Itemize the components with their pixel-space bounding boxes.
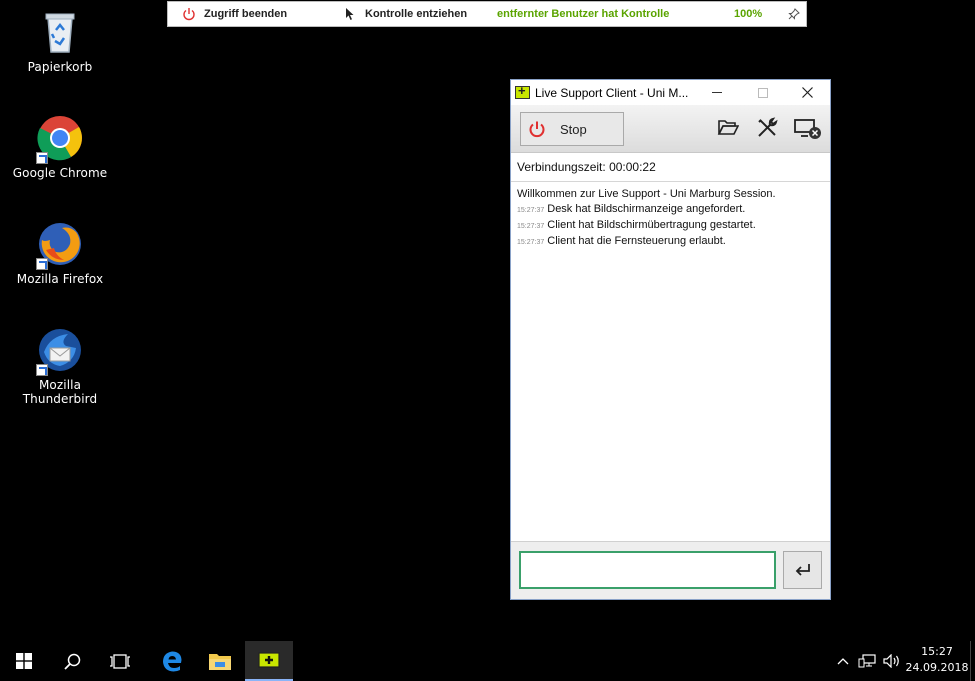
log-text: Client hat Bildschirmübertragung gestart… <box>547 219 756 231</box>
shortcut-arrow-icon <box>36 364 48 376</box>
chevron-up-icon <box>837 658 849 665</box>
minimize-icon <box>712 92 722 93</box>
desktop-icon-label: Mozilla Thunderbird <box>22 378 98 406</box>
log-text: Desk hat Bildschirmanzeige angefordert. <box>547 203 746 215</box>
pin-icon <box>788 8 800 20</box>
stop-button[interactable]: Stop <box>520 112 624 146</box>
zoom-level[interactable]: 100% <box>734 2 762 26</box>
chat-message-input[interactable] <box>519 551 776 589</box>
task-view-button[interactable] <box>96 641 144 681</box>
monitor-close-icon <box>794 119 821 139</box>
log-entry: 15:27:37 Desk hat Bildschirmanzeige angef… <box>517 202 827 218</box>
tools-icon <box>758 117 778 137</box>
taskbar-file-explorer[interactable] <box>196 641 244 681</box>
taskbar-edge[interactable] <box>148 641 196 681</box>
desktop-icon-label: Mozilla Firefox <box>16 272 104 286</box>
end-access-label: Zugriff beenden <box>204 8 288 20</box>
live-support-icon <box>258 652 280 668</box>
shortcut-arrow-icon <box>36 258 48 270</box>
folder-icon <box>209 654 231 670</box>
desktop-icon-label: Papierkorb <box>27 60 93 74</box>
recycle-bin-icon <box>36 8 84 56</box>
enter-icon <box>795 564 810 576</box>
pin-button[interactable] <box>788 2 800 26</box>
speaker-icon <box>883 654 899 668</box>
log-timestamp: 15:27:37 <box>517 223 545 230</box>
stop-label: Stop <box>560 121 587 137</box>
close-icon <box>801 87 813 98</box>
live-support-window: Live Support Client - Uni M... Stop <box>510 79 831 600</box>
welcome-message: Willkommen zur Live Support - Uni Marbur… <box>517 188 776 200</box>
chat-input-area <box>511 541 830 599</box>
search-button[interactable] <box>48 641 96 681</box>
desktop-icon-firefox[interactable]: Mozilla Firefox <box>0 220 120 286</box>
thunderbird-icon <box>36 326 84 376</box>
zoom-level-text: 100% <box>734 8 763 20</box>
shortcut-arrow-icon <box>36 152 48 164</box>
control-status-text: entfernter Benutzer hat Kontrolle <box>497 8 670 20</box>
folder-icon <box>717 120 740 135</box>
maximize-button[interactable] <box>740 80 786 105</box>
log-entry: 15:27:37 Client hat Bildschirmübertragung… <box>517 218 827 234</box>
show-desktop-button[interactable] <box>970 641 975 681</box>
remote-control-bar: Zugriff beenden Kontrolle entziehen entf… <box>167 1 807 27</box>
close-button[interactable] <box>784 80 830 105</box>
app-icon <box>515 83 530 99</box>
window-toolbar: Stop <box>511 105 830 153</box>
desktop-icon-recycle-bin[interactable]: Papierkorb <box>0 8 120 74</box>
cursor-icon <box>346 8 354 20</box>
task-view-icon <box>110 653 130 669</box>
end-access-button[interactable]: Zugriff beenden <box>182 2 287 26</box>
connection-time: Verbindungszeit: 00:00:22 <box>511 154 830 182</box>
clock-time: 15:27 <box>921 645 953 658</box>
power-icon <box>183 8 195 21</box>
clock-date: 24.09.2018 <box>905 661 969 674</box>
windows-icon <box>16 653 32 669</box>
desktop-icon-thunderbird[interactable]: Mozilla Thunderbird <box>0 326 120 406</box>
power-icon <box>529 121 545 138</box>
send-button[interactable] <box>783 551 822 589</box>
clock[interactable]: 15:27 24.09.2018 <box>904 644 970 676</box>
search-icon <box>63 653 80 670</box>
settings-button[interactable] <box>756 117 780 141</box>
taskbar: 15:27 24.09.2018 <box>0 641 975 681</box>
stop-screen-share-button[interactable] <box>794 117 821 141</box>
desktop-icon-chrome[interactable]: Google Chrome <box>0 114 120 180</box>
start-button[interactable] <box>0 641 48 681</box>
log-timestamp: 15:27:37 <box>517 207 545 214</box>
revoke-control-label: Kontrolle entziehen <box>365 8 468 20</box>
control-status: entfernter Benutzer hat Kontrolle <box>497 2 669 26</box>
network-icon <box>858 654 876 668</box>
edge-icon <box>163 651 182 672</box>
open-folder-button[interactable] <box>717 117 741 141</box>
minimize-button[interactable] <box>694 80 740 105</box>
show-hidden-icons-button[interactable] <box>834 641 852 681</box>
network-button[interactable] <box>856 641 878 681</box>
revoke-control-button[interactable]: Kontrolle entziehen <box>345 2 467 26</box>
volume-button[interactable] <box>881 641 903 681</box>
log-timestamp: 15:27:37 <box>517 239 545 246</box>
firefox-icon <box>36 220 84 270</box>
log-text: Client hat die Fernsteuerung erlaubt. <box>547 235 726 247</box>
maximize-icon <box>758 87 768 98</box>
window-title: Live Support Client - Uni M... <box>535 85 689 100</box>
session-log: Willkommen zur Live Support - Uni Marbur… <box>517 187 827 250</box>
desktop-icon-label: Google Chrome <box>12 166 108 180</box>
chrome-icon <box>36 114 84 164</box>
window-titlebar[interactable]: Live Support Client - Uni M... <box>511 80 830 105</box>
taskbar-live-support[interactable] <box>245 641 293 681</box>
log-entry: 15:27:37 Client hat die Fernsteuerung erl… <box>517 234 827 250</box>
